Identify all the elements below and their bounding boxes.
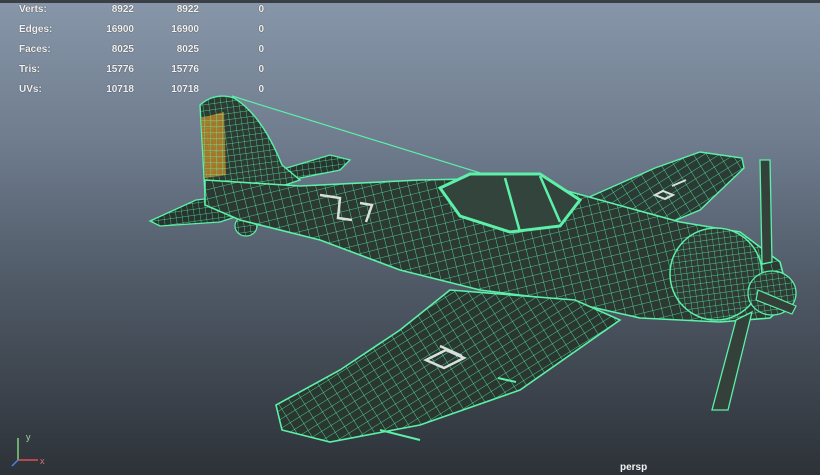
hud-value-object: 8922	[111, 4, 134, 15]
hud-value-component: 0	[258, 84, 264, 95]
hud-label: Edges:	[19, 24, 53, 35]
hud-value-selected: 8025	[176, 44, 199, 55]
hud-value-component: 0	[258, 4, 264, 15]
hud-value-component: 0	[258, 64, 264, 75]
hud-value-object: 16900	[106, 24, 134, 35]
hud-row-faces: Faces: 8025 8025 0	[0, 42, 280, 58]
axis-gizmo-icon: y x	[11, 432, 45, 467]
near-wing	[275, 289, 622, 443]
hud-row-uvs: UVs: 10718 10718 0	[0, 82, 280, 98]
hud-value-component: 0	[258, 24, 264, 35]
hud-value-object: 15776	[106, 64, 134, 75]
axis-x-label: x	[40, 456, 45, 466]
hud-value-component: 0	[258, 44, 264, 55]
hud-label: Tris:	[19, 64, 41, 75]
hud-label: UVs:	[19, 84, 42, 95]
hud-value-selected: 16900	[171, 24, 199, 35]
hud-value-selected: 10718	[171, 84, 199, 95]
hud-label: Faces:	[19, 44, 51, 55]
hud-value-object: 10718	[106, 84, 134, 95]
hud-value-selected: 15776	[171, 64, 199, 75]
hud-row-tris: Tris: 15776 15776 0	[0, 62, 280, 78]
hud-label: Verts:	[19, 4, 47, 15]
axis-y-label: y	[26, 432, 31, 442]
3d-viewport[interactable]: Verts: 8922 8922 0 Edges: 16900 16900 0 …	[0, 0, 820, 475]
camera-name-label: persp	[620, 462, 648, 473]
hud-row-edges: Edges: 16900 16900 0	[0, 22, 280, 38]
hud-value-object: 8025	[111, 44, 134, 55]
hud-value-selected: 8922	[176, 4, 199, 15]
hud-row-verts: Verts: 8922 8922 0	[0, 2, 280, 18]
